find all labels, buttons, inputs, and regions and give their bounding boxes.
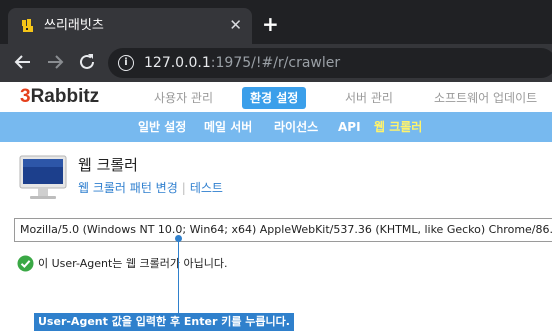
check-circle-icon: [17, 255, 34, 272]
settings-subnav: 일반 설정 메일 서버 라이선스 API 웹 크롤러: [0, 112, 552, 142]
browser-tabstrip: 쓰리래빗츠 ✕ +: [0, 0, 552, 44]
subnav-api[interactable]: API: [338, 118, 361, 138]
browser-toolbar: i 127.0.0.1:1975/!#/r/crawler: [0, 44, 552, 82]
status-message: 이 User-Agent는 웹 크롤러가 아닙니다.: [38, 257, 228, 270]
test-link[interactable]: 테스트: [190, 181, 223, 195]
address-bar[interactable]: i 127.0.0.1:1975/!#/r/crawler: [108, 48, 552, 78]
url-path: :1975/!#/r/crawler: [210, 55, 341, 71]
subnav-license[interactable]: 라이선스: [274, 118, 318, 138]
back-arrow-icon[interactable]: [12, 51, 34, 73]
logo[interactable]: 3Rabbitz: [20, 86, 99, 108]
logo-name: Rabbitz: [30, 86, 100, 107]
subnav-web-crawler[interactable]: 웹 크롤러: [374, 118, 422, 138]
page-links: 웹 크롤러 패턴 변경 | 테스트: [78, 180, 223, 196]
subnav-mail-server[interactable]: 메일 서버: [204, 118, 252, 138]
url-text: 127.0.0.1:1975/!#/r/crawler: [144, 54, 340, 72]
callout-pointer: [178, 238, 179, 314]
subnav-general[interactable]: 일반 설정: [138, 118, 186, 138]
info-icon[interactable]: i: [118, 55, 134, 71]
nav-settings[interactable]: 환경 설정: [242, 87, 307, 109]
page-title: 웹 크롤러: [78, 156, 138, 174]
logo-prefix: 3: [20, 86, 31, 107]
instruction-callout: User-Agent 값을 입력한 후 Enter 키를 누릅니다.: [34, 313, 294, 331]
url-host: 127.0.0.1: [144, 55, 211, 71]
monitor-icon: [19, 155, 67, 199]
user-agent-input[interactable]: Mozilla/5.0 (Windows NT 10.0; Win64; x64…: [14, 218, 552, 242]
nav-software-update[interactable]: 소프트웨어 업데이트: [434, 87, 537, 109]
callout-anchor: [175, 235, 182, 242]
tab-close-icon[interactable]: ✕: [229, 16, 242, 34]
forward-arrow-icon[interactable]: [44, 51, 66, 73]
link-separator: |: [181, 181, 186, 195]
nav-user-management[interactable]: 사용자 관리: [154, 87, 213, 109]
reload-icon[interactable]: [76, 51, 98, 73]
rabbit-favicon-icon: [20, 18, 36, 34]
browser-tab[interactable]: 쓰리래빗츠 ✕: [8, 8, 252, 44]
tab-title: 쓰리래빗츠: [44, 18, 104, 33]
new-tab-button[interactable]: +: [262, 13, 279, 35]
app-header: 3Rabbitz 사용자 관리 환경 설정 서버 관리 소프트웨어 업데이트: [0, 82, 552, 112]
nav-server-management[interactable]: 서버 관리: [345, 87, 393, 109]
change-crawler-pattern-link[interactable]: 웹 크롤러 패턴 변경: [78, 181, 178, 195]
